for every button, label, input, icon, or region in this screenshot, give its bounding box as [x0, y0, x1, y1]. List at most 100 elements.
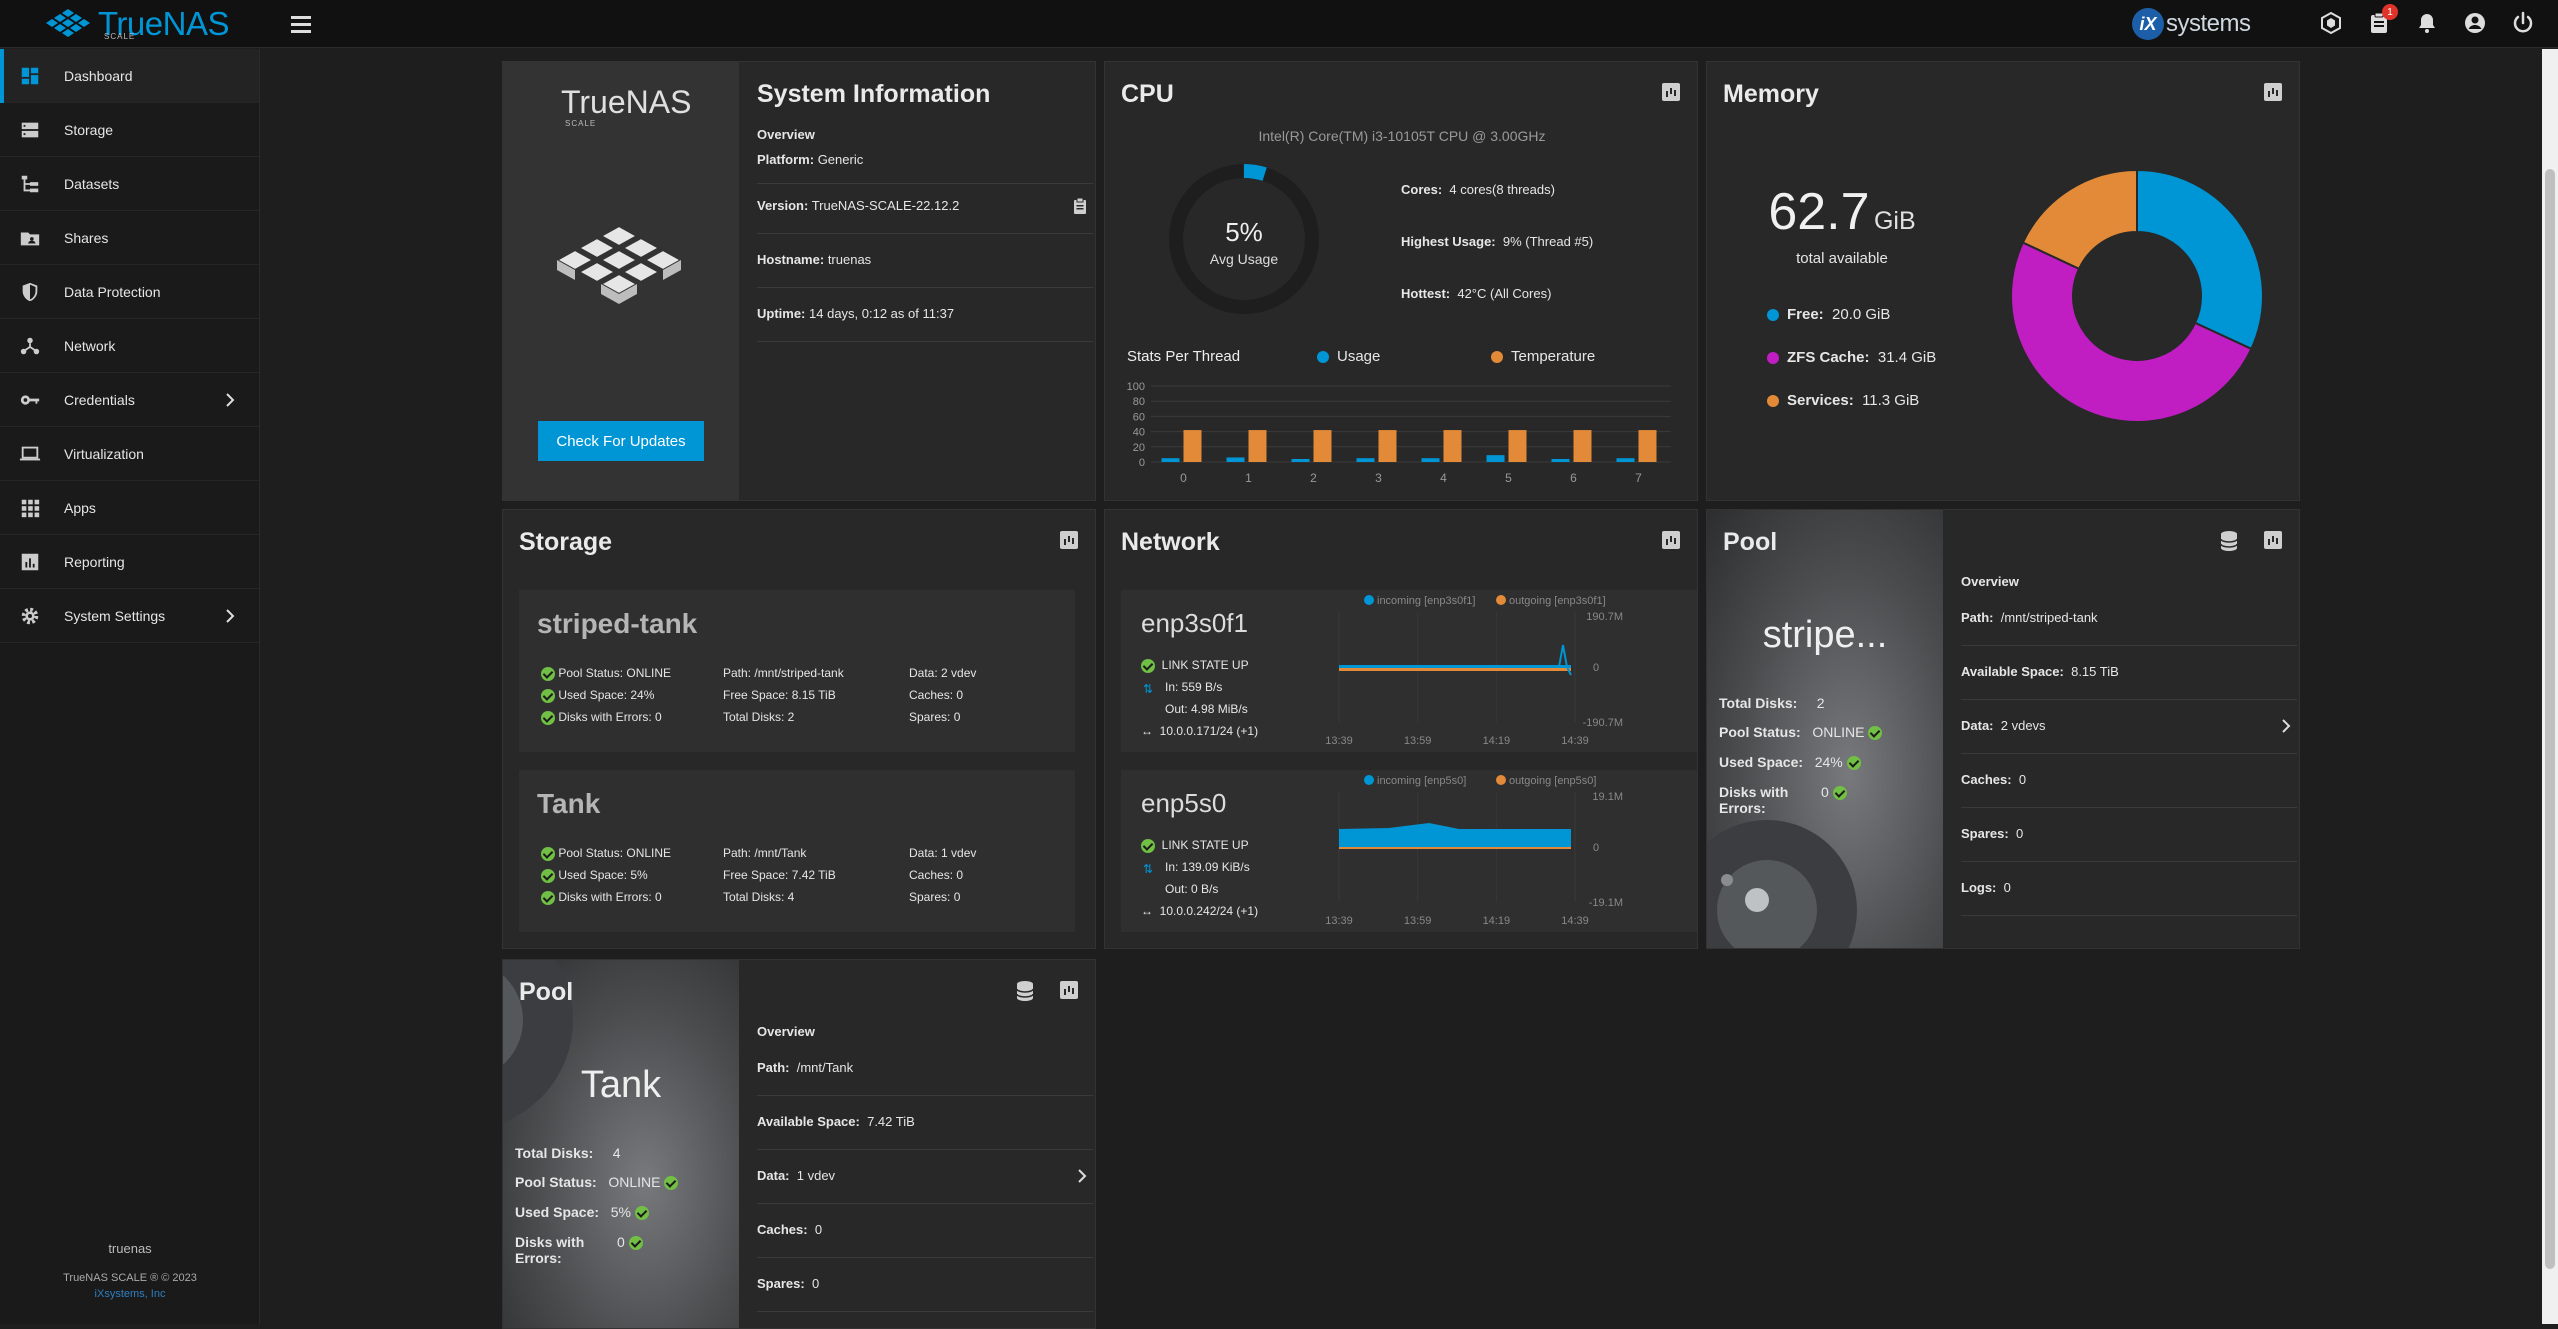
usage-bar	[1486, 455, 1505, 462]
highest-value: 9% (Thread #5)	[1502, 234, 1594, 249]
data-value: 2 vdevs	[2000, 718, 2046, 733]
sidebar-item-network[interactable]: Network	[0, 319, 259, 373]
uptime-value: 14 days, 0:12 as of 11:37	[809, 306, 955, 321]
jobs-icon[interactable]: 1	[2364, 4, 2398, 38]
cpu-reports-button[interactable]	[1662, 83, 1680, 101]
pool-topology-column: Data: 1 vdev Caches: 0 Spares: 0	[909, 842, 976, 908]
storage-pool-card-tank[interactable]: Tank Pool Status: ONLINE Used Space: 5% …	[519, 770, 1075, 932]
version-value: TrueNAS-SCALE-22.12.2	[811, 198, 960, 213]
uptime-label: Uptime:	[757, 306, 806, 321]
check-icon	[1832, 786, 1847, 801]
x-tick-label: 7	[1635, 471, 1642, 485]
services-label: Services:	[1787, 392, 1854, 409]
used-space-label: Used Space:	[1719, 754, 1804, 770]
pool-spares: Spares: 0	[909, 890, 961, 904]
stats-per-thread-title: Stats Per Thread	[1127, 348, 1241, 365]
sidebar-item-virtualization[interactable]: Virtualization	[0, 427, 259, 481]
sidebar-item-label: Credentials	[64, 391, 135, 408]
bell-icon[interactable]	[2412, 8, 2442, 38]
data-label: Data:	[1961, 718, 1994, 733]
footer-ixsystems-link[interactable]: iXsystems, Inc	[0, 1288, 260, 1300]
sidebar-item-storage[interactable]: Storage	[0, 103, 259, 157]
footer-hostname: truenas	[108, 1241, 152, 1256]
sidebar-item-system-settings[interactable]: System Settings	[0, 589, 259, 643]
sidebar-item-label: Dashboard	[64, 67, 133, 84]
outgoing-legend-dot	[1496, 775, 1506, 785]
pool-path: Path: /mnt/striped-tank	[723, 666, 844, 680]
data-vdevs-row[interactable]: Data: 1 vdev	[757, 1160, 1093, 1204]
temperature-bar	[1248, 430, 1267, 462]
hard-drive-illustration	[503, 960, 573, 1123]
free-space: Free Space: 7.42 TiB	[723, 868, 836, 882]
scrollbar-thumb[interactable]	[2545, 169, 2555, 1269]
spares-value: 0	[811, 1276, 820, 1291]
database-icon[interactable]	[1015, 980, 1035, 1002]
zfs-label: ZFS Cache:	[1787, 349, 1870, 366]
memory-zfs-legend: ZFS Cache: 31.4 GiB	[1767, 349, 1936, 366]
free-label: Free:	[1787, 306, 1824, 323]
x-tick-label: 1	[1245, 471, 1252, 485]
uptime-row: Uptime: 14 days, 0:12 as of 11:37	[757, 296, 1093, 342]
check-for-updates-button[interactable]: Check For Updates	[538, 421, 704, 461]
sidebar-item-dashboard[interactable]: Dashboard	[0, 49, 259, 103]
widget-title: Pool	[1723, 528, 1778, 556]
copy-clipboard-icon[interactable]	[1073, 198, 1087, 214]
cpu-per-thread-chart: 100 80 60 40 20 0 0 1 2 3 4 5 6 7	[1127, 381, 1671, 485]
data-vdevs-row[interactable]: Data: 2 vdevs	[1961, 710, 2297, 754]
x-tick-label: 5	[1505, 471, 1512, 485]
disks-with-errors: Disks with Errors: 0	[558, 710, 662, 724]
pool-reports-button[interactable]	[1060, 981, 1078, 999]
network-widget: Network enp3s0f1 LINK STATE UP In: 559 B…	[1104, 509, 1698, 949]
total-disks-value: 2	[1816, 695, 1825, 711]
jobs-count-badge: 1	[2382, 4, 2398, 20]
storage-reports-button[interactable]	[1060, 531, 1078, 549]
link-state: LINK STATE UP	[1141, 658, 1249, 673]
traffic-arrows-icon: ⇅	[1143, 682, 1154, 696]
logs-value: 0	[2003, 880, 2011, 895]
sidebar: Dashboard Storage Datasets Shares Data P…	[0, 49, 260, 1324]
memory-reports-button[interactable]	[2264, 83, 2282, 101]
available-label: Available Space:	[1961, 664, 2064, 679]
ixsystems-logo[interactable]: iX systems	[2132, 6, 2251, 42]
truenas-logo[interactable]: TrueNAS SCALE	[46, 4, 229, 44]
widget-title: Network	[1121, 528, 1220, 556]
sidebar-item-apps[interactable]: Apps	[0, 481, 259, 535]
power-icon[interactable]	[2508, 8, 2538, 38]
memory-total-label: total available	[1796, 250, 1888, 267]
network-traffic-chart: incoming [enp5s0] outgoing [enp5s0] 19.1M 0…	[1325, 775, 1623, 927]
pool-reports-button[interactable]	[2264, 531, 2282, 549]
sidebar-item-datasets[interactable]: Datasets	[0, 157, 259, 211]
usage-bar	[1616, 458, 1635, 462]
sidebar-item-shares[interactable]: Shares	[0, 211, 259, 265]
path-label: Path:	[757, 1060, 790, 1075]
menu-toggle-button[interactable]	[288, 12, 314, 36]
sidebar-item-data-protection[interactable]: Data Protection	[0, 265, 259, 319]
check-icon	[1846, 756, 1861, 771]
legend-temp-label: Temperature	[1511, 348, 1596, 365]
pool-status: Pool Status: ONLINE	[558, 666, 672, 680]
y-min-label: -19.1M	[1589, 897, 1623, 909]
dashboard-icon	[18, 64, 42, 88]
services-legend-dot	[1767, 395, 1779, 408]
temperature-bar	[1183, 430, 1202, 462]
memory-widget: Memory 62.7 GiB total available Free: 20…	[1706, 61, 2300, 501]
sidebar-item-reporting[interactable]: Reporting	[0, 535, 259, 589]
account-icon[interactable]	[2460, 8, 2490, 38]
check-icon	[664, 1176, 679, 1191]
available-label: Available Space:	[757, 1114, 860, 1129]
truecommand-icon[interactable]	[2316, 8, 2346, 38]
caches-row: Caches: 0	[757, 1214, 1093, 1258]
storage-pool-card-striped-tank[interactable]: striped-tank Pool Status: ONLINE Used Sp…	[519, 590, 1075, 752]
traffic-in-value: In: 559 B/s	[1165, 680, 1223, 694]
available-value: 7.42 TiB	[867, 1114, 915, 1129]
sidebar-item-credentials[interactable]: Credentials	[0, 373, 259, 427]
page-scrollbar[interactable]	[2542, 49, 2558, 1324]
cores-value: 4 cores(8 threads)	[1449, 182, 1555, 197]
database-icon[interactable]	[2219, 530, 2239, 552]
used-space-row: Used Space: 5%	[515, 1204, 649, 1221]
memory-services-legend: Services: 11.3 GiB	[1767, 392, 1919, 409]
network-reports-button[interactable]	[1662, 531, 1680, 549]
memory-total-value: 62.7	[1768, 183, 1870, 241]
overview-heading: Overview	[757, 127, 815, 142]
usage-bar	[1356, 458, 1375, 462]
